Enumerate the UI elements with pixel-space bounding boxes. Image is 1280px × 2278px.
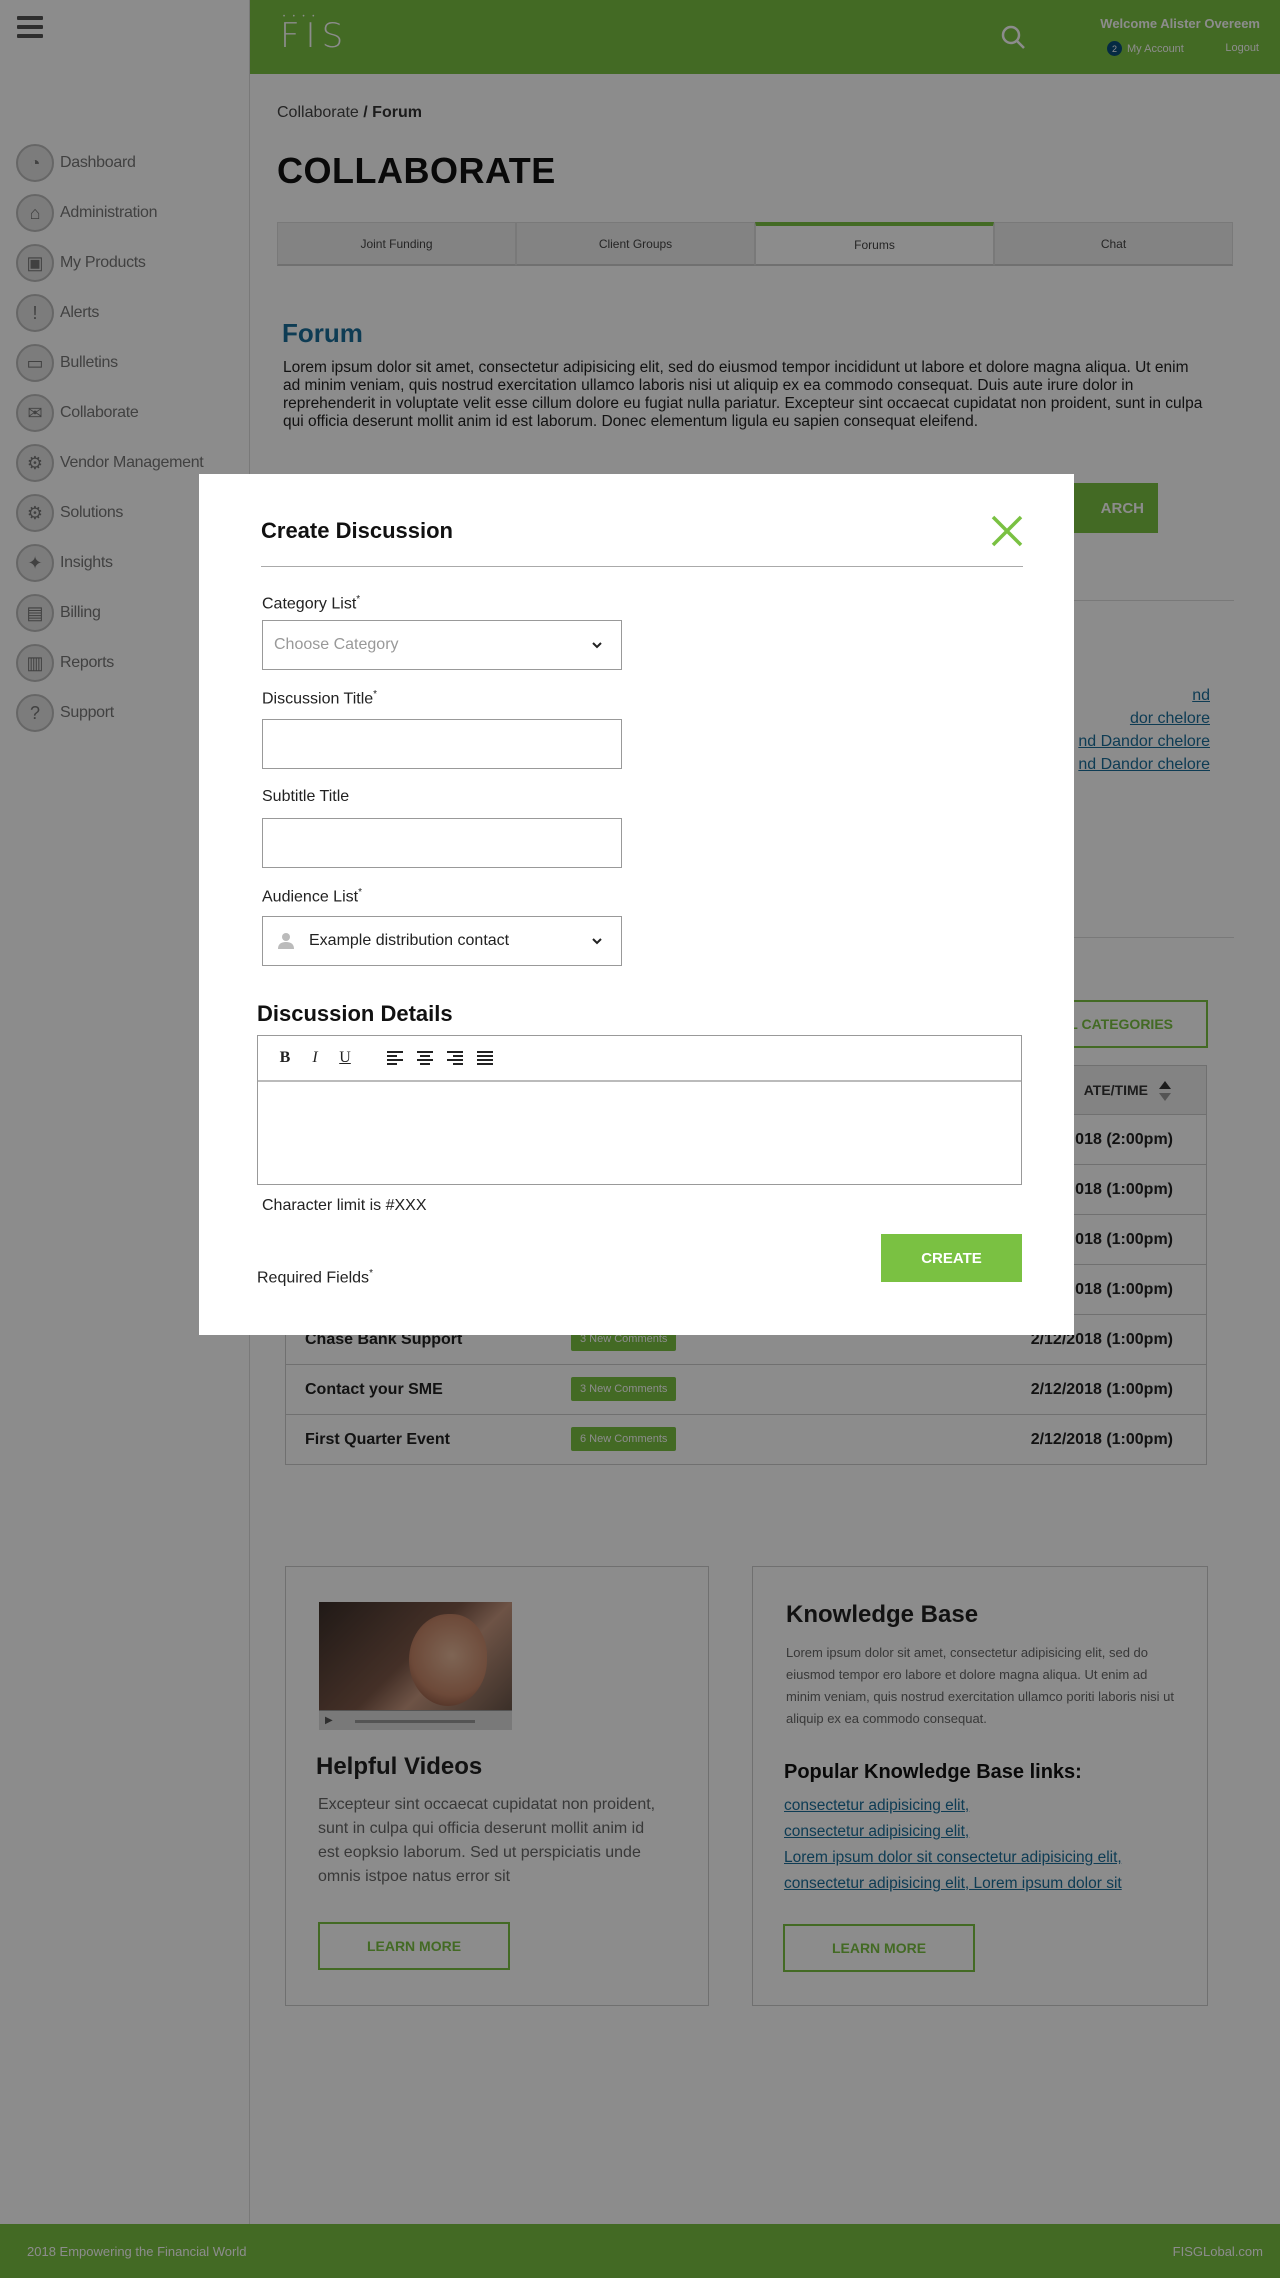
modal-divider: [261, 566, 1023, 567]
audience-select[interactable]: Example distribution contact: [262, 916, 622, 966]
chevron-down-icon: [592, 642, 602, 649]
rich-text-editor: B I U: [257, 1035, 1022, 1185]
italic-button[interactable]: I: [302, 1045, 328, 1071]
discussion-details-heading: Discussion Details: [257, 1001, 453, 1026]
person-icon: [278, 933, 294, 949]
discussion-title-input[interactable]: [262, 719, 622, 769]
required-fields-note: Required Fields*: [257, 1268, 373, 1287]
character-limit-text: Character limit is #XXX: [262, 1197, 427, 1214]
editor-toolbar: B I U: [258, 1036, 1021, 1082]
align-left-icon[interactable]: [382, 1045, 408, 1071]
discussion-title-label: Discussion Title*: [262, 689, 378, 708]
bold-button[interactable]: B: [272, 1045, 298, 1071]
audience-value: Example distribution contact: [309, 932, 510, 949]
subtitle-title-label: Subtitle Title: [262, 788, 350, 805]
category-list-label: Category List*: [262, 594, 361, 613]
create-button[interactable]: CREATE: [881, 1234, 1022, 1282]
chevron-down-icon: [592, 938, 602, 945]
subtitle-title-input[interactable]: [262, 818, 622, 868]
editor-text-area[interactable]: [258, 1082, 1021, 1182]
align-right-icon[interactable]: [442, 1045, 468, 1071]
align-center-icon[interactable]: [412, 1045, 438, 1071]
category-placeholder: Choose Category: [274, 636, 399, 653]
audience-list-label: Audience List*: [262, 887, 362, 906]
create-discussion-modal: Create Discussion Category List* Choose …: [199, 474, 1074, 1335]
align-justify-icon[interactable]: [472, 1045, 498, 1071]
category-select[interactable]: Choose Category: [262, 620, 622, 670]
close-icon[interactable]: [990, 514, 1024, 548]
underline-button[interactable]: U: [332, 1045, 358, 1071]
modal-title: Create Discussion: [261, 518, 453, 543]
